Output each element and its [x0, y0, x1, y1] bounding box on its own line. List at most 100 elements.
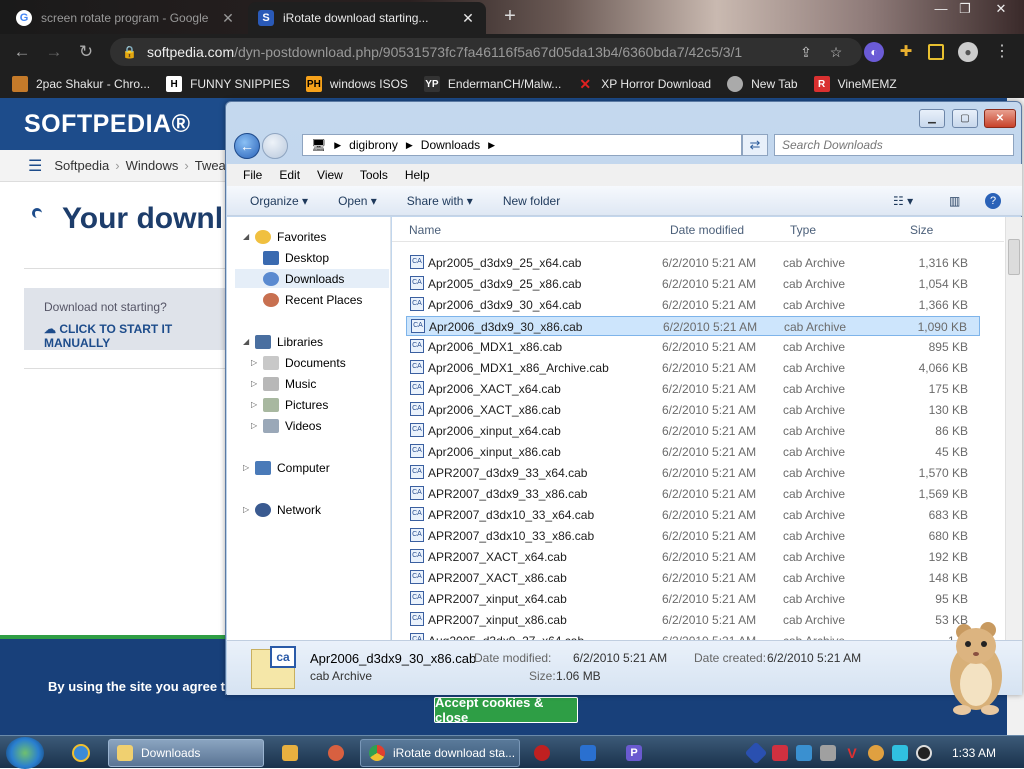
star-icon[interactable]: ☆ [826, 42, 846, 62]
sidepanel-icon[interactable] [928, 44, 944, 60]
tray-red-icon[interactable] [772, 745, 788, 761]
column-name[interactable]: Name [409, 223, 441, 237]
file-row[interactable]: CA Apr2005_d3dx9_25_x64.cab 6/2/2010 5:21 … [406, 253, 980, 273]
nav-network[interactable]: ▷ Network [243, 500, 321, 519]
nav-music[interactable]: ▷ Music [251, 374, 316, 393]
organize-button[interactable]: Organize ▾ [250, 194, 308, 208]
restore-icon[interactable]: ❐ [950, 0, 980, 18]
file-row[interactable]: CA Apr2006_XACT_x64.cab 6/2/2010 5:21 AM ca… [406, 379, 980, 399]
file-row[interactable]: CA APR2007_d3dx9_33_x64.cab 6/2/2010 5:21 … [406, 463, 980, 483]
path-segment[interactable]: digibrony [349, 138, 398, 152]
nav-desktop[interactable]: Desktop [263, 248, 329, 267]
close-button[interactable]: ✕ [984, 109, 1016, 128]
file-row[interactable]: CA Apr2006_MDX1_x86_Archive.cab 6/2/2010 5… [406, 358, 980, 378]
close-window-icon[interactable]: ✕ [986, 0, 1016, 18]
path-segment[interactable]: Downloads [421, 138, 480, 152]
breadcrumb-softpedia[interactable]: Softpedia [54, 158, 109, 173]
open-button[interactable]: Open ▾ [338, 194, 377, 208]
p-app-icon[interactable]: P [626, 745, 642, 761]
file-row[interactable]: CAAug2005_d3dx9_27_x64.cab6/2/2010 5:21 … [406, 631, 980, 640]
extension-orb-icon[interactable]: ◐ [864, 42, 884, 62]
nav-downloads[interactable]: Downloads [235, 269, 389, 288]
maximize-button[interactable]: ▢ [952, 109, 978, 128]
file-list-scrollbar[interactable] [1005, 217, 1022, 640]
close-tab-icon[interactable]: ✕ [460, 10, 476, 27]
nav-favorites[interactable]: ◢ Favorites [243, 227, 326, 246]
bookmark-funny-snippies[interactable]: H FUNNY SNIPPIES [166, 76, 290, 92]
hamburger-icon[interactable]: ☰ [28, 156, 42, 176]
tray-monitor-icon[interactable] [892, 745, 908, 761]
file-row[interactable]: CA Apr2006_xinput_x86.cab 6/2/2010 5:21 AM… [406, 442, 980, 462]
tray-diamond-icon[interactable] [744, 741, 768, 765]
nav-videos[interactable]: ▷ Videos [251, 416, 321, 435]
breadcrumb-windows[interactable]: Windows [126, 158, 179, 173]
file-row[interactable]: CA Apr2006_XACT_x86.cab 6/2/2010 5:21 AM ca… [406, 400, 980, 420]
file-row[interactable]: CA APR2007_xinput_x64.cab 6/2/2010 5:21 AM… [406, 589, 980, 609]
tab-irotate-download[interactable]: S iRotate download starting... ✕ [248, 2, 486, 34]
forward-button[interactable] [262, 133, 288, 159]
back-button[interactable]: ← [234, 133, 260, 159]
bookmark-xp-horror[interactable]: ✕ XP Horror Download [577, 76, 711, 92]
file-row[interactable]: CA APR2007_xinput_x86.cab 6/2/2010 5:21 AM… [406, 610, 980, 630]
puzzle-icon[interactable]: ✚ [896, 42, 916, 62]
menu-kebab-icon[interactable]: ⋮ [992, 42, 1012, 62]
bookmark-2pac[interactable]: 2pac Shakur - Chro... [12, 76, 150, 92]
nav-pictures[interactable]: ▷ Pictures [251, 395, 328, 414]
tray-blue-icon[interactable] [796, 745, 812, 761]
ie-icon[interactable] [72, 744, 90, 762]
tray-magnifier-icon[interactable] [868, 745, 884, 761]
bookmark-endermanch[interactable]: YP EndermanCH/Malw... [423, 76, 561, 92]
file-row[interactable]: CA Apr2006_xinput_x64.cab 6/2/2010 5:21 AM… [406, 421, 980, 441]
nav-computer[interactable]: ▷ Computer [243, 458, 330, 477]
media-icon[interactable] [282, 745, 298, 761]
scrollbar-thumb[interactable] [1008, 239, 1020, 275]
bookmark-vinememz[interactable]: R VineMEMZ [813, 76, 897, 92]
column-date-modified[interactable]: Date modified [670, 223, 744, 237]
preview-pane-icon[interactable]: ▥ [949, 194, 960, 208]
view-options-icon[interactable]: ☷ ▾ [893, 194, 913, 208]
address-breadcrumb[interactable]: 🖥 ▶ digibrony ▶ Downloads ▶ [302, 134, 742, 156]
search-input[interactable]: Search Downloads [774, 134, 1014, 156]
file-row[interactable]: CA Apr2006_d3dx9_30_x64.cab 6/2/2010 5:21 … [406, 295, 980, 315]
file-row[interactable]: CA APR2007_XACT_x86.cab 6/2/2010 5:21 AM ca… [406, 568, 980, 588]
taskbar-chrome[interactable]: iRotate download sta... [360, 739, 520, 767]
file-row[interactable]: CA Apr2006_d3dx9_30_x86.cab 6/2/2010 5:21 … [406, 316, 980, 336]
menu-edit[interactable]: Edit [279, 168, 300, 182]
nav-documents[interactable]: ▷ Documents [251, 353, 346, 372]
softpedia-logo[interactable]: SOFTPEDIA® [24, 110, 191, 139]
share-with-button[interactable]: Share with ▾ [407, 194, 473, 208]
menu-help[interactable]: Help [405, 168, 430, 182]
start-button[interactable] [6, 737, 44, 769]
tray-grid-icon[interactable] [820, 745, 836, 761]
address-bar[interactable]: 🔒 softpedia.com /dyn-postdownload.php/90… [110, 38, 862, 66]
close-tab-icon[interactable]: ✕ [220, 10, 236, 27]
refresh-button[interactable]: ⇄ [742, 134, 768, 156]
file-row[interactable]: CA Apr2006_MDX1_x86.cab 6/2/2010 5:21 AM ca… [406, 337, 980, 357]
menu-file[interactable]: File [243, 168, 262, 182]
menu-view[interactable]: View [317, 168, 343, 182]
file-row[interactable]: CA Apr2005_d3dx9_25_x86.cab 6/2/2010 5:21 … [406, 274, 980, 294]
accept-cookies-button[interactable]: Accept cookies & close [434, 695, 578, 725]
back-arrow-icon[interactable]: ← [10, 40, 34, 64]
help-icon[interactable]: ? [985, 192, 1001, 209]
minimize-button[interactable]: ▁ [919, 109, 945, 128]
nav-libraries[interactable]: ◢ Libraries [243, 332, 323, 351]
taskbar-explorer[interactable]: Downloads [108, 739, 264, 767]
column-type[interactable]: Type [790, 223, 816, 237]
tray-disc-icon[interactable] [916, 745, 932, 761]
file-row[interactable]: CA APR2007_d3dx10_33_x64.cab 6/2/2010 5:21… [406, 505, 980, 525]
new-folder-button[interactable]: New folder [503, 194, 560, 208]
tray-v-icon[interactable]: V [844, 745, 860, 761]
forward-arrow-icon[interactable]: → [42, 40, 66, 64]
tab-google-search[interactable]: G screen rotate program - Google ✕ [6, 2, 246, 34]
start-download-link[interactable]: ☁ CLICK TO START IT MANUALLY [44, 322, 234, 350]
bookmark-new-tab[interactable]: New Tab [727, 76, 798, 92]
menu-tools[interactable]: Tools [360, 168, 388, 182]
red-app-icon[interactable] [534, 745, 550, 761]
file-row[interactable]: CA APR2007_d3dx9_33_x86.cab 6/2/2010 5:21 … [406, 484, 980, 504]
shield-icon[interactable] [580, 745, 596, 761]
new-tab-button[interactable]: + [498, 4, 522, 28]
profile-avatar[interactable]: ● [958, 42, 978, 62]
reload-icon[interactable]: ↻ [74, 40, 98, 64]
file-row[interactable]: CA APR2007_d3dx10_33_x86.cab 6/2/2010 5:21… [406, 526, 980, 546]
